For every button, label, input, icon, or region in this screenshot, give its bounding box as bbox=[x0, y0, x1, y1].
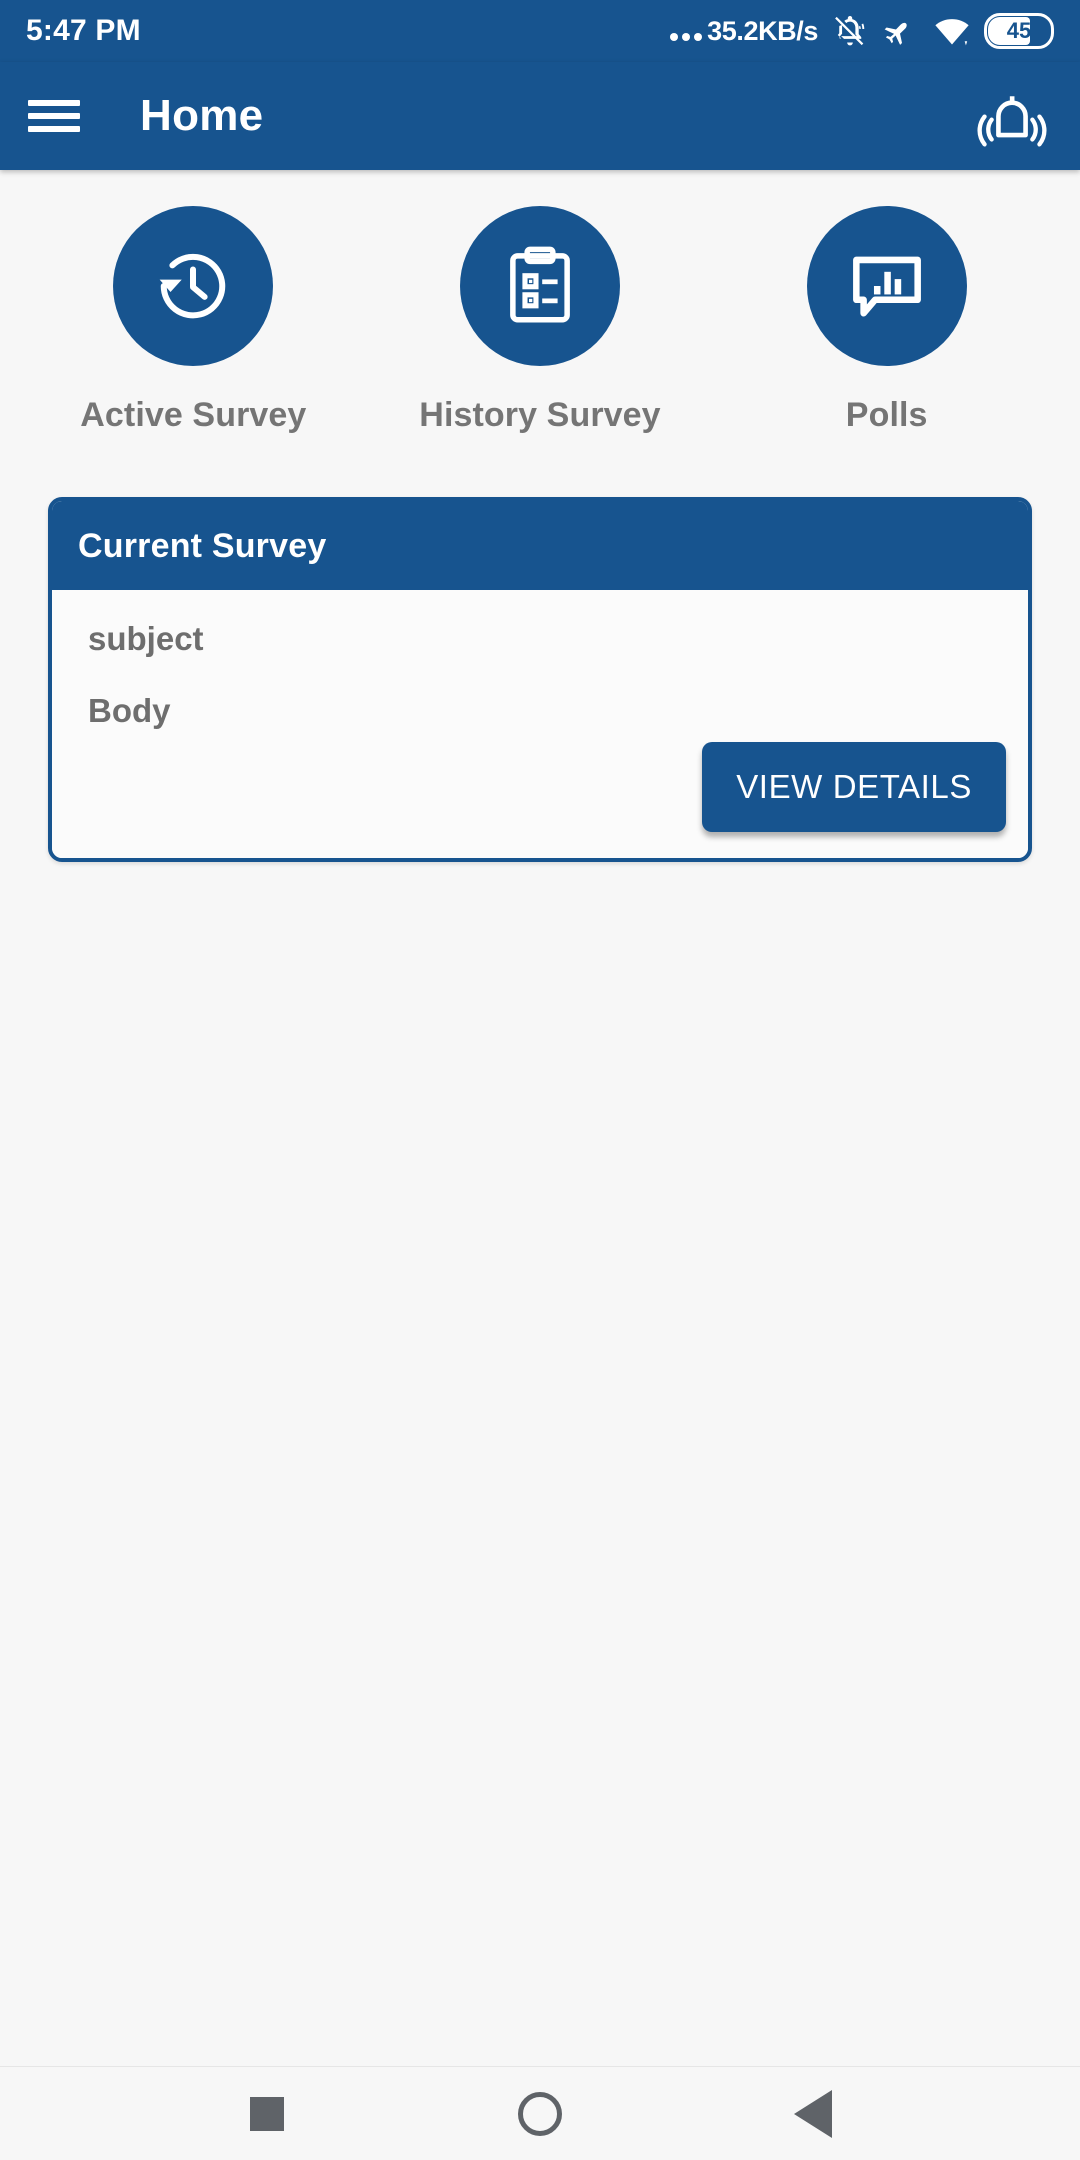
recents-square-icon bbox=[249, 2096, 284, 2131]
clipboard-checklist-icon bbox=[510, 246, 570, 323]
shortcut-icon-circle bbox=[460, 206, 620, 366]
shortcut-icon-circle bbox=[806, 206, 967, 366]
shortcut-label: Active Survey bbox=[80, 396, 307, 434]
history-clock-icon bbox=[159, 253, 226, 319]
hamburger-menu-icon[interactable] bbox=[28, 96, 80, 136]
battery-level-text: 45 bbox=[1006, 18, 1032, 43]
poll-chat-bar-chart-icon bbox=[852, 256, 921, 317]
shortcut-label: Polls bbox=[845, 396, 928, 434]
network-speed-value: 35.2KB/s bbox=[707, 15, 818, 46]
wifi-icon bbox=[935, 19, 969, 46]
shortcut-icon-circle bbox=[113, 206, 274, 366]
shortcut-history-survey[interactable]: History Survey bbox=[367, 206, 714, 435]
home-circle-icon bbox=[517, 2091, 562, 2136]
status-bar: 5:47 PM 35.2KB/s 45 bbox=[0, 0, 1080, 62]
overflow-dots-icon bbox=[670, 32, 703, 47]
survey-body: Body bbox=[88, 692, 171, 729]
main-content: Active Survey History Survey Polls Curre… bbox=[0, 170, 1080, 2066]
shortcut-active-survey[interactable]: Active Survey bbox=[20, 206, 367, 435]
battery-icon: 45 bbox=[984, 13, 1054, 49]
card-header-title: Current Survey bbox=[52, 501, 1028, 590]
notification-bell-button[interactable] bbox=[972, 76, 1052, 156]
back-triangle-icon bbox=[794, 2089, 833, 2138]
app-bar: Home bbox=[0, 62, 1080, 170]
page-title: Home bbox=[140, 91, 264, 140]
shortcut-label: History Survey bbox=[419, 396, 661, 434]
card-body: subject Body VIEW DETAILS bbox=[52, 590, 1028, 858]
survey-subject: subject bbox=[88, 620, 204, 657]
back-button[interactable] bbox=[767, 2068, 859, 2160]
recents-button[interactable] bbox=[221, 2068, 313, 2160]
home-button[interactable] bbox=[494, 2068, 586, 2160]
app-screen: 5:47 PM 35.2KB/s 45 Home Active Survey H… bbox=[0, 0, 1080, 2160]
shortcut-polls[interactable]: Polls bbox=[713, 206, 1060, 435]
android-nav-bar bbox=[0, 2066, 1080, 2160]
bell-muted-icon bbox=[835, 15, 865, 46]
status-clock: 5:47 PM bbox=[26, 14, 141, 47]
view-details-button[interactable]: VIEW DETAILS bbox=[702, 742, 1006, 832]
status-bar-icons: 35.2KB/s 45 bbox=[670, 12, 1054, 50]
bell-ringing-icon bbox=[977, 96, 1047, 147]
airplane-mode-icon bbox=[884, 22, 907, 45]
shortcut-row: Active Survey History Survey Polls bbox=[0, 206, 1080, 435]
network-speed-indicator: 35.2KB/s bbox=[670, 16, 818, 47]
card-actions: VIEW DETAILS bbox=[88, 742, 1006, 832]
current-survey-card: Current Survey subject Body VIEW DETAILS bbox=[48, 497, 1032, 862]
